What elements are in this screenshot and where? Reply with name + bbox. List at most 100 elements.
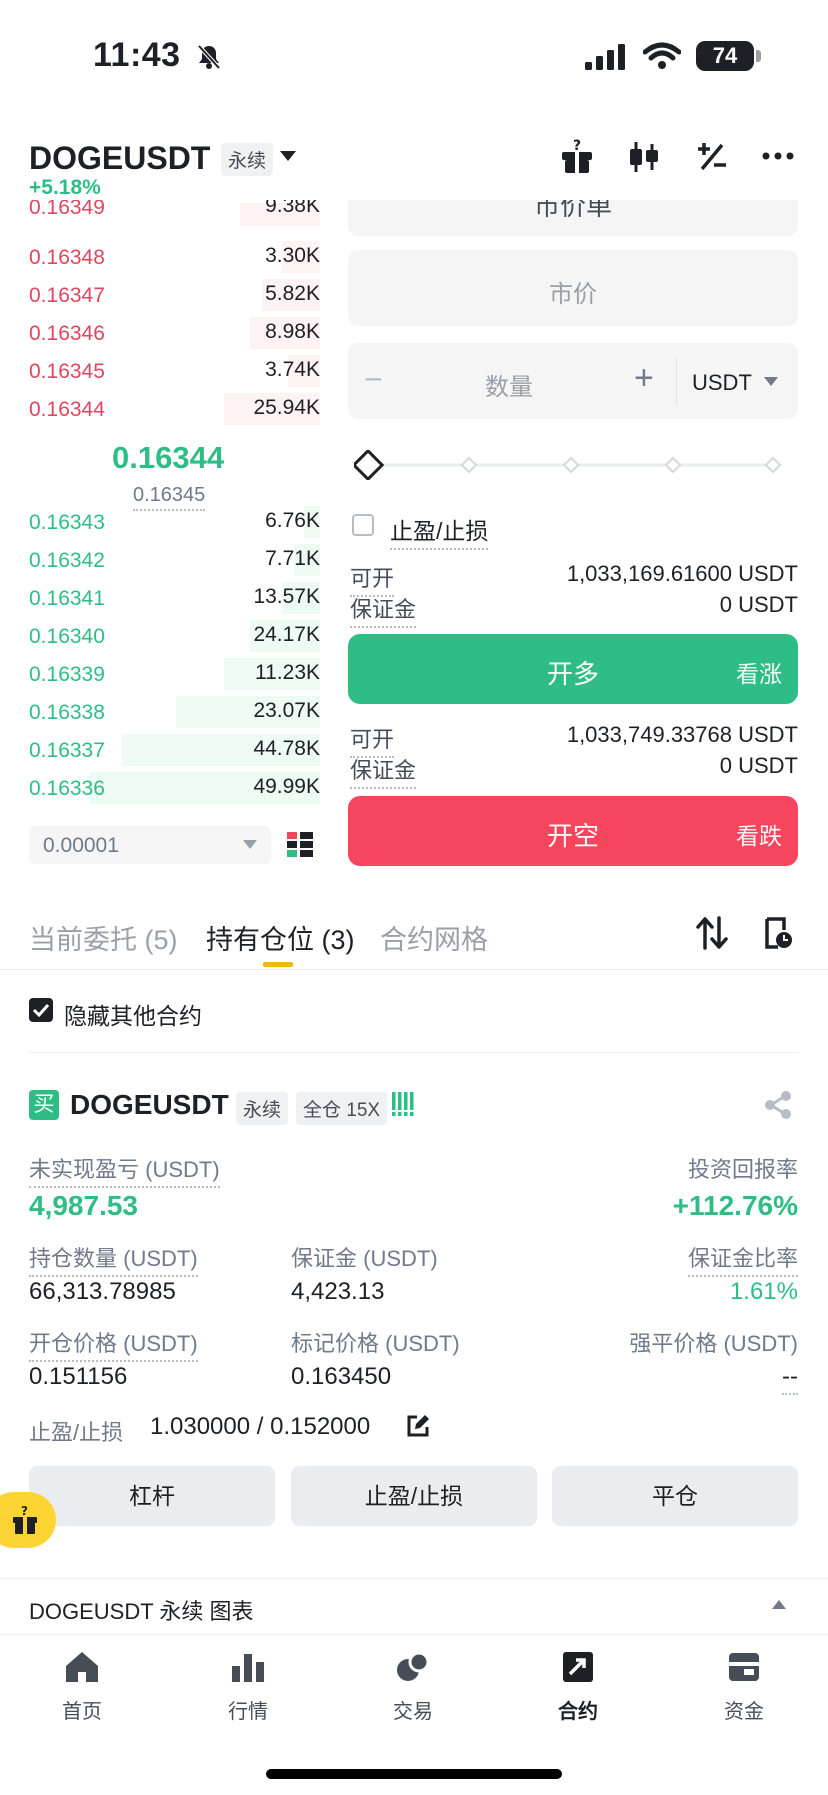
open-short-sub: 看跌 bbox=[736, 823, 782, 849]
position-symbol[interactable]: DOGEUSDT bbox=[70, 1089, 229, 1121]
open-short-button[interactable]: 开空 看跌 bbox=[348, 796, 798, 866]
roe-label: 投资回报率 bbox=[687, 1157, 798, 1182]
close-position-button[interactable]: 平仓 bbox=[552, 1466, 798, 1526]
bid-price: 0.16339 bbox=[29, 663, 105, 686]
quantity-input[interactable]: − 数量 + USDT bbox=[348, 343, 798, 419]
long-margin-value: 0 USDT bbox=[719, 592, 798, 617]
nav-futures[interactable]: 合约 bbox=[518, 1650, 638, 1724]
nav-trade[interactable]: 交易 bbox=[353, 1650, 473, 1724]
symbol-title[interactable]: DOGEUSDT bbox=[29, 140, 210, 177]
ask-row[interactable]: 0.16349 9.38K bbox=[0, 200, 320, 226]
roe-value: +112.76% bbox=[672, 1190, 798, 1221]
price-input[interactable]: 市价 bbox=[348, 250, 798, 326]
mark-price-value: 0.163450 bbox=[291, 1363, 392, 1390]
tpsl-label[interactable]: 止盈/止损 bbox=[390, 512, 489, 550]
calculator-icon[interactable] bbox=[696, 141, 728, 173]
ask-row[interactable]: 0.16345 3.74K bbox=[0, 352, 320, 390]
position-contract-type: 永续 bbox=[236, 1092, 289, 1125]
side-badge: 买 bbox=[29, 1090, 59, 1120]
bar-chart-icon bbox=[232, 1654, 264, 1682]
hide-other-label[interactable]: 隐藏其他合约 bbox=[64, 997, 202, 1031]
nav-assets-label: 资金 bbox=[724, 1701, 764, 1723]
ask-row[interactable]: 0.16347 5.82K bbox=[0, 276, 320, 314]
sort-icon[interactable] bbox=[696, 916, 728, 950]
quantity-minus-button[interactable]: − bbox=[364, 361, 383, 398]
nav-home-label: 首页 bbox=[62, 1701, 102, 1723]
position-tpsl-button[interactable]: 止盈/止损 bbox=[291, 1466, 537, 1526]
wallet-icon bbox=[729, 1653, 759, 1681]
caret-up-icon[interactable] bbox=[772, 1600, 786, 1609]
open-long-button[interactable]: 开多 看涨 bbox=[348, 634, 798, 704]
caret-down-icon bbox=[243, 840, 257, 849]
bid-row[interactable]: 0.16342 7.71K bbox=[0, 541, 320, 579]
size-label[interactable]: 持仓数量 (USDT) bbox=[29, 1241, 198, 1277]
nav-markets[interactable]: 行情 bbox=[188, 1650, 308, 1724]
tpsl-checkbox[interactable] bbox=[352, 514, 374, 536]
nav-assets[interactable]: 资金 bbox=[684, 1650, 804, 1724]
last-price[interactable]: 0.16344 bbox=[112, 440, 224, 476]
margin-ratio-label[interactable]: 保证金比率 bbox=[687, 1241, 798, 1277]
bid-price: 0.16340 bbox=[29, 625, 105, 648]
bid-price: 0.16341 bbox=[29, 587, 105, 610]
tick-size-value: 0.00001 bbox=[43, 834, 119, 857]
bid-row[interactable]: 0.16338 23.07K bbox=[0, 693, 320, 731]
ask-row[interactable]: 0.16346 8.98K bbox=[0, 314, 320, 352]
check-icon bbox=[32, 1003, 50, 1018]
short-margin-label: 保证金 bbox=[350, 753, 417, 789]
entry-price-value: 0.151156 bbox=[29, 1363, 128, 1390]
ask-row[interactable]: 0.16348 3.30K bbox=[0, 238, 320, 276]
hide-other-checkbox[interactable] bbox=[29, 998, 53, 1022]
bid-row[interactable]: 0.16336 49.99K bbox=[0, 769, 320, 807]
open-long-label: 开多 bbox=[546, 659, 599, 689]
bell-muted-icon bbox=[197, 44, 221, 70]
bid-row[interactable]: 0.16337 44.78K bbox=[0, 731, 320, 769]
cellular-signal-icon bbox=[585, 44, 625, 70]
bid-row[interactable]: 0.16343 6.76K bbox=[0, 503, 320, 541]
order-book-layout-icon[interactable] bbox=[287, 832, 313, 858]
bid-row[interactable]: 0.16341 13.57K bbox=[0, 579, 320, 617]
entry-price-label[interactable]: 开仓价格 (USDT) bbox=[29, 1326, 198, 1362]
quantity-slider[interactable] bbox=[354, 450, 786, 480]
position-margin-mode[interactable]: 全仓 15X bbox=[296, 1092, 388, 1125]
chart-bar-label[interactable]: DOGEUSDT 永续 图表 bbox=[29, 1594, 254, 1626]
status-time: 11:43 bbox=[93, 36, 181, 74]
liq-price-label: 强平价格 (USDT) bbox=[629, 1331, 798, 1356]
position-tpsl-value: 1.030000 / 0.152000 bbox=[150, 1413, 371, 1440]
order-type-select[interactable]: 市价单 bbox=[348, 200, 798, 236]
ask-qty: 25.94K bbox=[253, 396, 320, 419]
tick-size-select[interactable]: 0.00001 bbox=[29, 826, 271, 864]
tab-grid[interactable]: 合约网格 bbox=[380, 918, 488, 957]
ask-row[interactable]: 0.16344 25.94K bbox=[0, 390, 320, 428]
floating-gift-button[interactable]: ? bbox=[0, 1492, 56, 1548]
bid-qty: 11.23K bbox=[255, 661, 320, 684]
quantity-plus-button[interactable]: + bbox=[634, 359, 654, 398]
tab-positions[interactable]: 持有仓位 (3) bbox=[206, 918, 355, 957]
home-indicator bbox=[266, 1769, 562, 1779]
bid-row[interactable]: 0.16339 11.23K bbox=[0, 655, 320, 693]
size-value: 66,313.78985 bbox=[29, 1278, 176, 1305]
quantity-unit[interactable]: USDT bbox=[692, 370, 752, 396]
gift-box-icon[interactable]: ? bbox=[560, 138, 594, 174]
adl-indicator-icon bbox=[392, 1092, 414, 1116]
share-icon[interactable] bbox=[763, 1090, 793, 1120]
more-icon[interactable] bbox=[762, 152, 794, 160]
margin-ratio-value: 1.61% bbox=[729, 1278, 798, 1305]
edit-icon[interactable] bbox=[406, 1414, 430, 1438]
order-history-icon[interactable] bbox=[764, 916, 794, 950]
nav-top-divider bbox=[0, 1634, 828, 1635]
liq-price-value: -- bbox=[782, 1363, 798, 1395]
nav-home[interactable]: 首页 bbox=[22, 1650, 142, 1724]
bid-price: 0.16336 bbox=[29, 777, 105, 800]
upnl-label[interactable]: 未实现盈亏 (USDT) bbox=[29, 1152, 220, 1188]
futures-icon bbox=[563, 1652, 593, 1682]
caret-down-icon[interactable] bbox=[764, 377, 778, 386]
open-long-sub: 看涨 bbox=[736, 661, 782, 687]
bid-row[interactable]: 0.16340 24.17K bbox=[0, 617, 320, 655]
candlestick-icon[interactable] bbox=[627, 140, 661, 174]
leverage-button[interactable]: 杠杆 bbox=[29, 1466, 275, 1526]
nav-trade-label: 交易 bbox=[393, 1701, 433, 1723]
ask-price: 0.16344 bbox=[29, 398, 105, 421]
long-margin-label: 保证金 bbox=[350, 592, 417, 628]
caret-down-icon[interactable] bbox=[279, 150, 297, 162]
tab-open-orders[interactable]: 当前委托 (5) bbox=[29, 918, 178, 957]
